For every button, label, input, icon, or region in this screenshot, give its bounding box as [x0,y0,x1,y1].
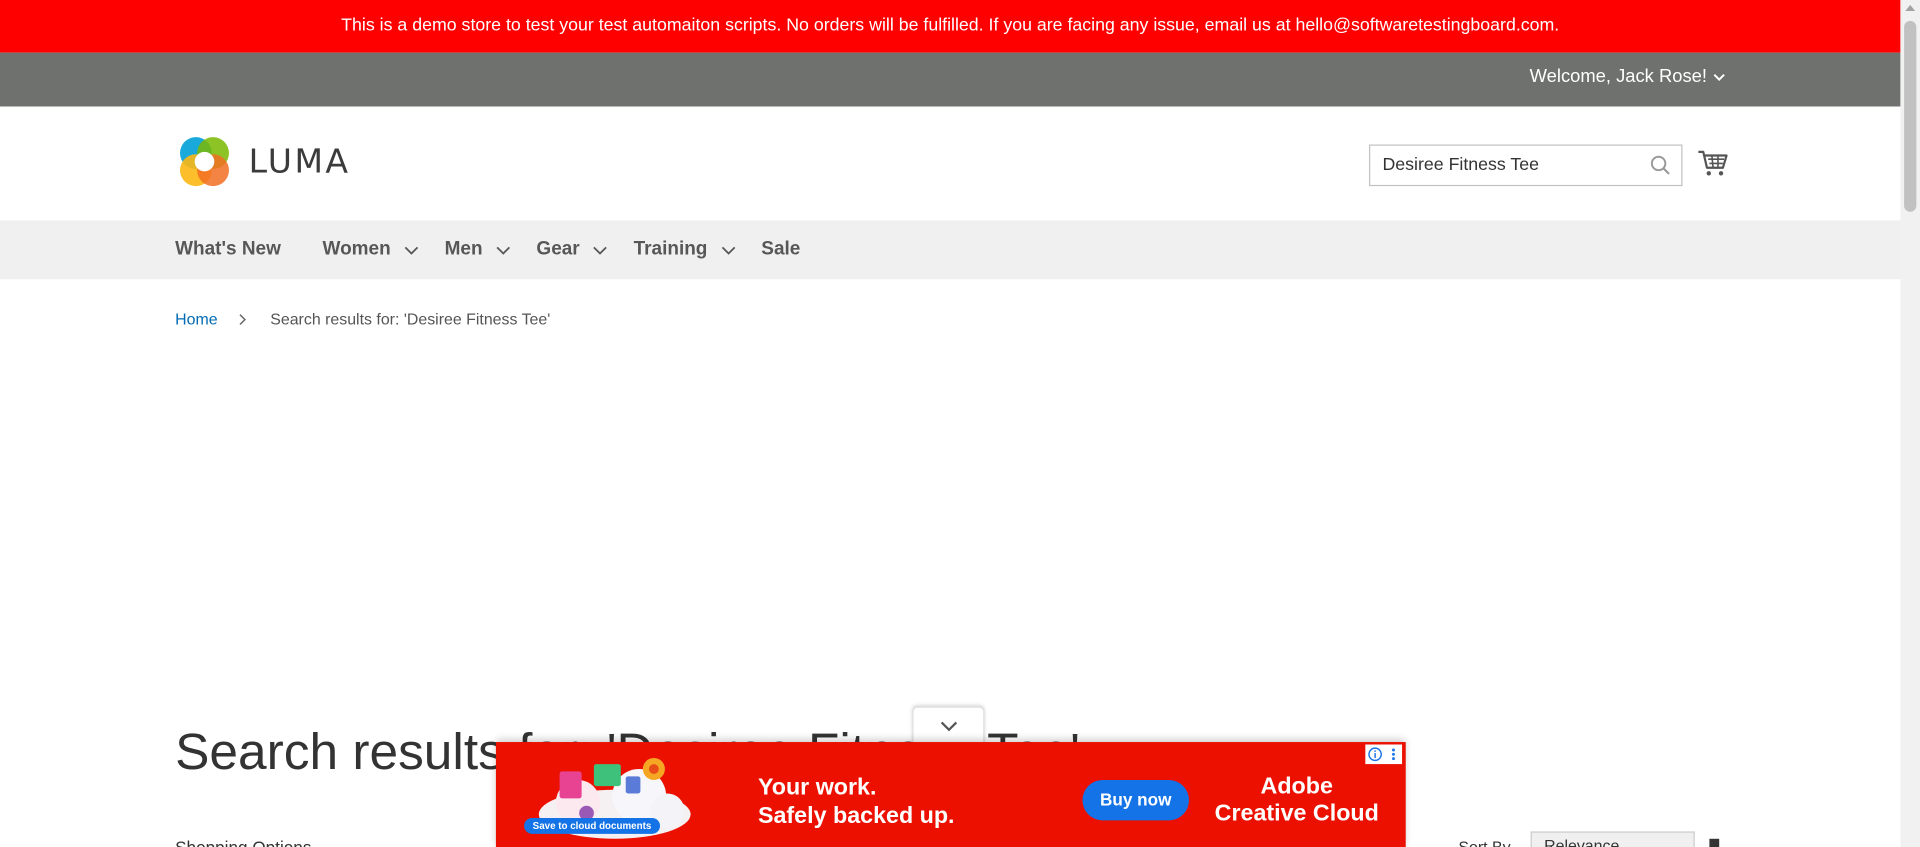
scrollbar-thumb[interactable] [1904,20,1917,212]
cart-icon[interactable] [1697,147,1729,179]
chevron-down-icon [496,246,511,255]
breadcrumb-home-link[interactable]: Home [175,310,217,328]
ad-buy-now-button[interactable]: Buy now [1082,780,1189,821]
info-icon[interactable] [1367,747,1382,762]
breadcrumb-current: Search results for: 'Desiree Fitness Tee… [270,309,551,329]
chevron-down-icon [721,246,736,255]
logo-wordmark: LUMA [248,142,351,181]
account-bar: Welcome, Jack Rose! [0,52,1901,107]
advertisement-banner[interactable]: Save to cloud documents Your work. Safel… [495,742,1406,847]
chevron-down-icon [1713,74,1725,81]
ad-collapse-button[interactable] [912,706,985,745]
demo-store-notice: This is a demo store to test your test a… [0,0,1901,53]
welcome-message: Welcome, Jack Rose! [1529,66,1707,87]
search-box [1368,144,1683,187]
ad-headline: Your work. Safely backed up. [757,775,955,829]
shopping-options-heading: Shopping Options [175,838,311,847]
ad-save-badge: Save to cloud documents [524,817,660,834]
nav-item-sale[interactable]: Sale [761,239,800,261]
chevron-down-icon [940,721,957,732]
nav-item-men[interactable]: Men [445,239,512,261]
page-root: This is a demo store to test your test a… [0,0,1920,847]
more-options-icon[interactable] [1386,747,1401,762]
page-scrollbar[interactable] [1900,0,1920,847]
customer-menu-toggle[interactable]: Welcome, Jack Rose! [1530,53,1727,102]
ad-brand: Adobe Creative Cloud [1214,773,1379,827]
nav-item-whats-new[interactable]: What's New [175,239,281,261]
site-header: LUMA [0,106,1901,221]
nav-item-gear[interactable]: Gear [536,239,609,261]
chevron-right-icon [239,313,246,325]
nav-item-women[interactable]: Women [323,239,421,261]
luma-logo-icon [180,137,229,187]
search-icon[interactable] [1649,154,1671,176]
search-input[interactable] [1370,145,1640,185]
ad-choices[interactable] [1365,744,1403,765]
scroll-up-arrow-icon[interactable] [1905,4,1916,12]
breadcrumb: Home Search results for: 'Desiree Fitnes… [175,310,550,328]
store-logo[interactable]: LUMA [175,132,350,191]
sort-by-label: Sort By [1458,837,1511,847]
chevron-down-icon [404,246,419,255]
chevron-down-icon [593,246,608,255]
nav-item-training[interactable]: Training [634,239,737,261]
sort-by-select[interactable]: Relevance [1530,831,1695,847]
sort-direction-icon[interactable] [1709,838,1720,847]
main-navigation: What's New Women Men Gear Training Sale [0,220,1901,280]
